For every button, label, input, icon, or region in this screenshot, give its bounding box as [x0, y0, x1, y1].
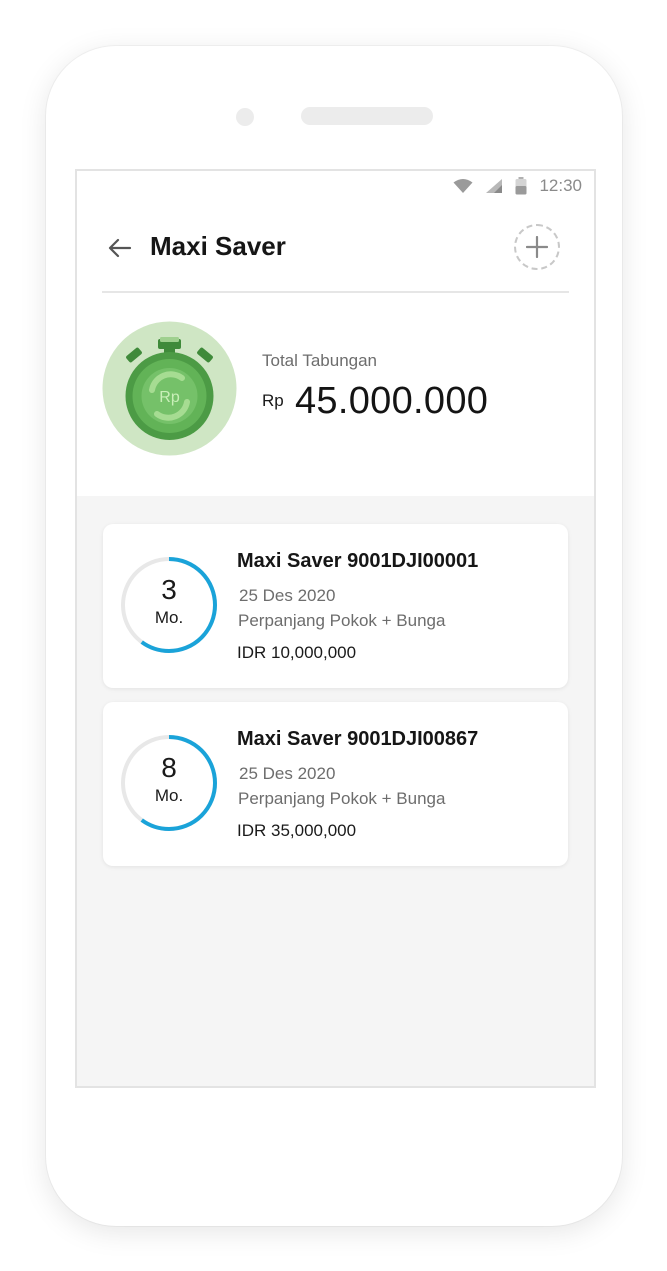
deposit-card[interactable]: 3 Mo. Maxi Saver 9001DJI00001 25 Des 202…	[103, 524, 568, 688]
status-time: 12:30	[539, 176, 582, 195]
status-bar: 12:30	[453, 175, 582, 197]
signal-icon	[486, 179, 503, 193]
deposit-rollover-mode: Perpanjang Pokok + Bunga	[238, 789, 446, 808]
app-header: Maxi Saver	[77, 211, 594, 285]
deposit-amount: IDR 10,000,000	[237, 643, 357, 662]
total-savings-label: Total Tabungan	[262, 351, 378, 370]
deposit-amount: IDR 35,000,000	[237, 821, 357, 840]
header-divider	[102, 291, 569, 293]
savings-summary: Rp Total Tabungan Rp 45.000.000	[77, 316, 594, 466]
plus-icon	[526, 236, 548, 258]
phone-camera	[236, 108, 254, 126]
phone-speaker	[301, 107, 433, 125]
deposit-date: 25 Des 2020	[239, 764, 336, 783]
stopwatch-currency-text: Rp	[159, 389, 180, 406]
header-area: 12:30 Maxi Saver Rp Total Tabungan Rp 45…	[77, 171, 594, 496]
wifi-icon	[453, 179, 473, 193]
battery-icon	[515, 177, 527, 195]
tenor-months: 3	[161, 574, 177, 605]
stopwatch-rupiah-icon: Rp	[102, 321, 237, 456]
deposit-rollover-mode: Perpanjang Pokok + Bunga	[238, 611, 446, 630]
deposit-title: Maxi Saver 9001DJI00867	[237, 728, 479, 750]
app-screen: 12:30 Maxi Saver Rp Total Tabungan Rp 45…	[75, 169, 596, 1088]
tenor-months: 8	[161, 752, 177, 783]
add-deposit-button[interactable]	[514, 224, 560, 270]
tenor-unit: Mo.	[154, 786, 184, 805]
deposit-title: Maxi Saver 9001DJI00001	[237, 550, 479, 572]
total-currency: Rp	[262, 391, 284, 410]
arrow-left-icon[interactable]	[107, 235, 133, 261]
page-title: Maxi Saver	[150, 231, 286, 261]
tenor-unit: Mo.	[154, 608, 184, 627]
total-savings-amount: 45.000.000	[295, 380, 489, 422]
deposit-date: 25 Des 2020	[239, 586, 336, 605]
deposit-card[interactable]: 8 Mo. Maxi Saver 9001DJI00867 25 Des 202…	[103, 702, 568, 866]
